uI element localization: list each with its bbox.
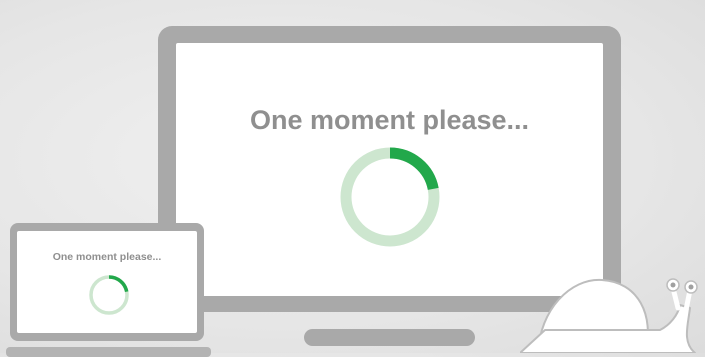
monitor-stand — [304, 329, 475, 346]
laptop-screen: One moment please... — [17, 231, 197, 333]
loading-spinner-icon — [340, 147, 440, 247]
loading-message: One moment please... — [249, 105, 530, 135]
loading-spinner-icon — [89, 275, 129, 315]
snail-icon — [520, 278, 698, 353]
loading-message: One moment please... — [52, 251, 162, 263]
monitor-screen: One moment please... — [176, 43, 603, 296]
laptop-device: One moment please... — [10, 223, 204, 341]
laptop-base — [6, 347, 211, 357]
